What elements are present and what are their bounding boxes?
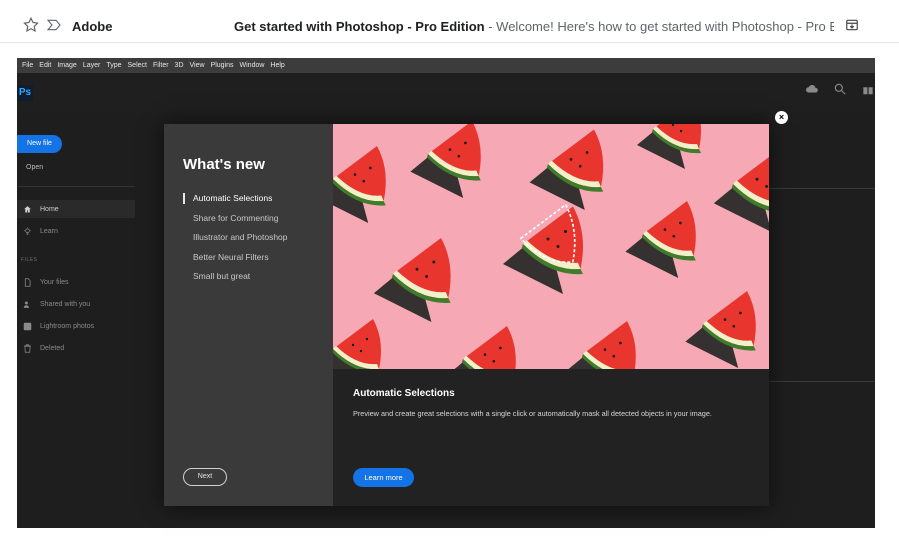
lightbulb-icon xyxy=(24,226,31,235)
new-file-button[interactable]: New file xyxy=(17,135,62,153)
feature-hero-image xyxy=(333,124,769,369)
top-right-icons xyxy=(805,82,875,96)
sidebar-item-your-files[interactable]: Your files xyxy=(17,273,135,291)
sidebar-item-home[interactable]: Home xyxy=(17,200,135,218)
search-icon[interactable] xyxy=(833,82,847,96)
sidebar-item-shared[interactable]: Shared with you xyxy=(17,295,135,313)
feature-item-illustrator-and-photoshop[interactable]: Illustrator and Photoshop xyxy=(183,231,288,251)
sidebar-item-label: Deleted xyxy=(40,344,65,352)
feature-detail-description: Preview and create great selections with… xyxy=(353,409,712,418)
close-dialog-button[interactable]: × xyxy=(775,111,788,124)
menu-select[interactable]: Select xyxy=(128,62,147,69)
email-subject-line: Get started with Photoshop - Pro Edition… xyxy=(234,19,834,34)
sidebar-item-deleted[interactable]: Deleted xyxy=(17,339,135,357)
menu-help[interactable]: Help xyxy=(270,62,284,69)
watermelon-illustration xyxy=(333,124,769,369)
feature-detail-title: Automatic Selections xyxy=(353,388,455,399)
menu-file[interactable]: File xyxy=(22,62,33,69)
files-section-label: FILES xyxy=(21,257,38,263)
menu-window[interactable]: Window xyxy=(240,62,265,69)
menu-edit[interactable]: Edit xyxy=(39,62,51,69)
menu-3d[interactable]: 3D xyxy=(175,62,184,69)
menu-layer[interactable]: Layer xyxy=(83,62,101,69)
menu-type[interactable]: Type xyxy=(106,62,121,69)
home-icon xyxy=(24,205,31,212)
feature-item-small-but-great[interactable]: Small but great xyxy=(183,270,288,290)
email-sender: Adobe xyxy=(72,19,113,34)
learn-more-button[interactable]: Learn more xyxy=(353,468,414,487)
email-row[interactable]: Adobe Get started with Photoshop - Pro E… xyxy=(0,0,899,43)
background-divider xyxy=(769,381,875,382)
sidebar-item-learn[interactable]: Learn xyxy=(17,222,135,240)
menu-plugins[interactable]: Plugins xyxy=(211,62,234,69)
next-button[interactable]: Next xyxy=(183,468,227,486)
star-icon[interactable] xyxy=(22,16,40,34)
important-marker-icon[interactable] xyxy=(46,17,62,33)
email-snippet: - Welcome! Here's how to get started wit… xyxy=(488,19,834,34)
app-top-bar xyxy=(17,73,875,113)
cloud-icon[interactable] xyxy=(805,82,819,96)
sidebar-divider xyxy=(17,186,135,187)
menu-filter[interactable]: Filter xyxy=(153,62,169,69)
email-subject: Get started with Photoshop - Pro Edition xyxy=(234,19,485,34)
archive-icon[interactable] xyxy=(845,18,859,32)
sidebar-item-label: Lightroom photos xyxy=(40,322,95,330)
lightroom-icon xyxy=(23,322,32,330)
background-divider xyxy=(769,188,875,189)
users-icon xyxy=(23,301,29,308)
menu-view[interactable]: View xyxy=(190,62,205,69)
sidebar-item-label: Your files xyxy=(40,278,69,286)
sidebar-item-lightroom[interactable]: Lightroom photos xyxy=(17,317,135,335)
sidebar-item-label: Home xyxy=(40,205,59,213)
menu-bar: File Edit Image Layer Type Select Filter… xyxy=(17,58,875,73)
gift-icon[interactable] xyxy=(861,82,875,96)
file-icon xyxy=(24,277,31,287)
whats-new-dialog: What's new Automatic Selections Share fo… xyxy=(164,124,769,506)
trash-icon xyxy=(24,343,31,353)
feature-item-automatic-selections[interactable]: Automatic Selections xyxy=(183,192,288,212)
dialog-title: What's new xyxy=(183,156,265,173)
photoshop-logo: Ps xyxy=(17,85,33,101)
feature-item-share-for-commenting[interactable]: Share for Commenting xyxy=(183,212,288,232)
feature-list: Automatic Selections Share for Commentin… xyxy=(183,192,288,290)
dialog-sidebar: What's new Automatic Selections Share fo… xyxy=(164,124,333,506)
open-button[interactable]: Open xyxy=(26,164,43,171)
sidebar-item-label: Shared with you xyxy=(40,300,91,308)
feature-item-better-neural-filters[interactable]: Better Neural Filters xyxy=(183,251,288,271)
sidebar-item-label: Learn xyxy=(40,227,58,235)
menu-image[interactable]: Image xyxy=(57,62,76,69)
